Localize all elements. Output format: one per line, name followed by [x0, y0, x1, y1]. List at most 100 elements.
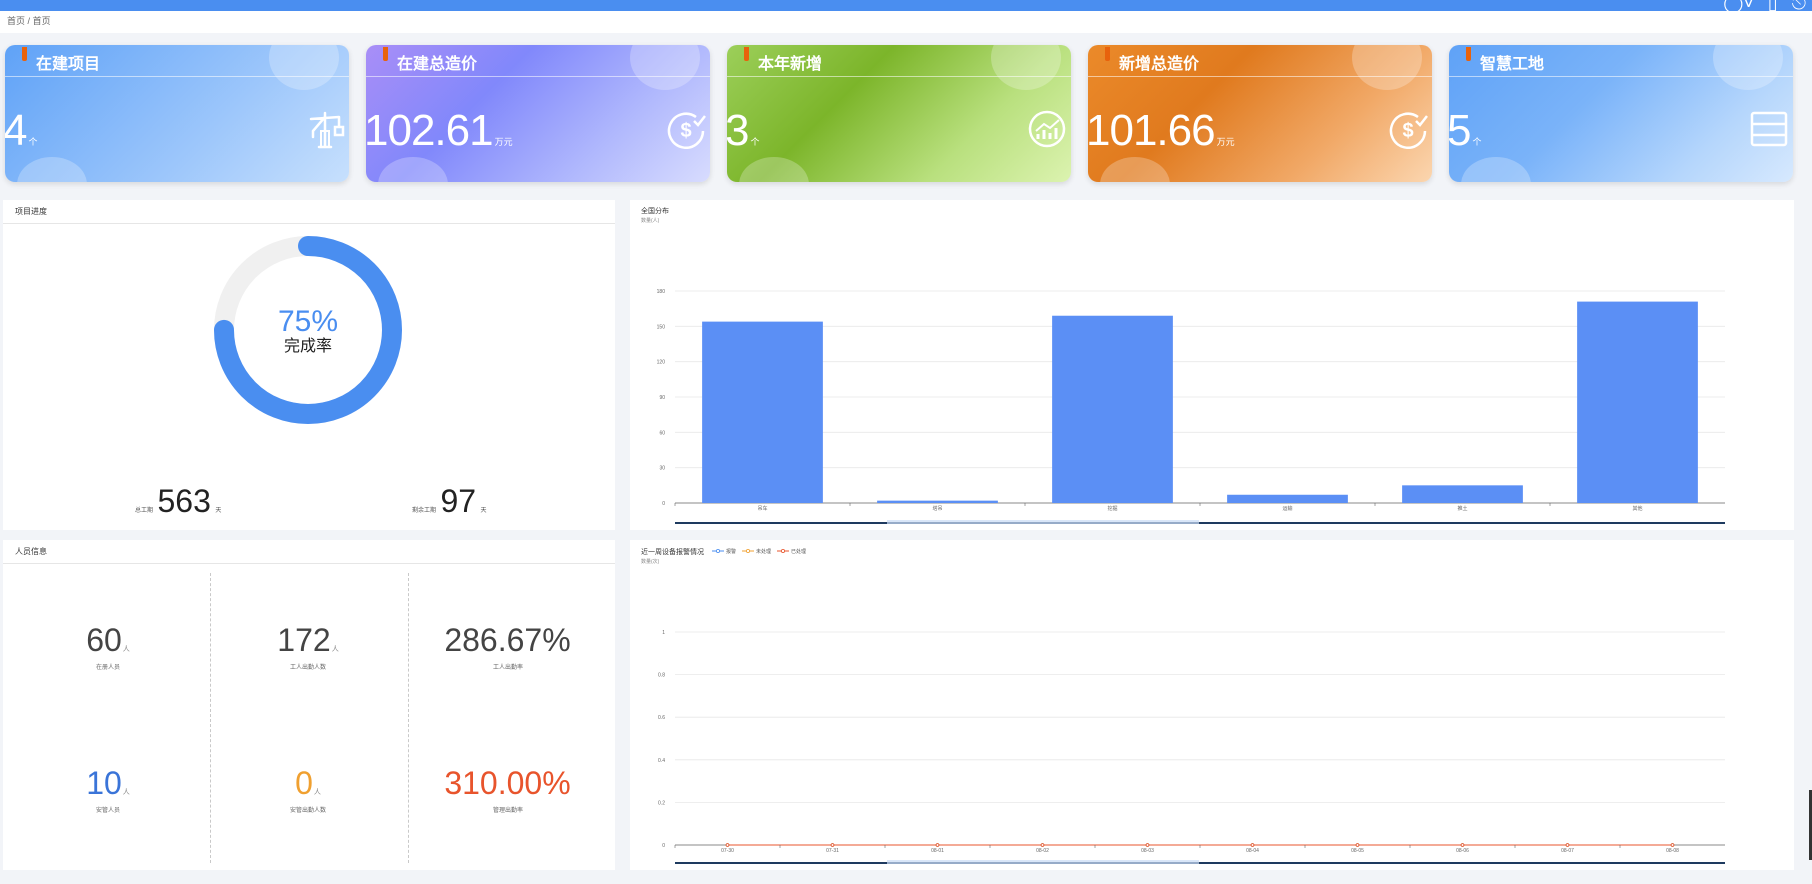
y-tick-label: 90: [659, 395, 665, 401]
stat-value: 286.67%: [444, 622, 571, 658]
x-tick-label: 塔吊: [932, 505, 942, 512]
x-tick-label: 08-03: [1141, 848, 1154, 854]
legend-marker: [716, 548, 721, 553]
card-smart-site[interactable]: 智慧工地 5个: [1449, 45, 1793, 182]
alarm-panel: 近一周设备报警情况 数量(次) 报警 未处理 已处理 0 0.2 0.4 0.6 0.8 1 …: [630, 540, 1794, 870]
legend-marker: [780, 548, 785, 553]
total-duration-label: 总工期: [135, 508, 154, 514]
data-point[interactable]: [725, 843, 730, 847]
chart-subtitle: 数量(人): [641, 217, 660, 224]
data-point[interactable]: [1355, 843, 1360, 847]
bar[interactable]: [1402, 485, 1523, 503]
card-value: 101.66 万元: [1088, 106, 1235, 155]
svg-text:$: $: [1402, 120, 1413, 142]
bar[interactable]: [1577, 301, 1698, 503]
panel-title: 人员信息: [15, 547, 47, 556]
distribution-panel: 全国分布 数量(人) 0 30 60 90 120 150 180 吊车 塔吊 挖掘 运输 推土 其他: [630, 200, 1794, 530]
x-tick-label: 08-04: [1246, 848, 1259, 854]
y-tick-label: 180: [657, 289, 666, 295]
divider: [408, 573, 409, 863]
card-unit: 万元: [1216, 137, 1235, 147]
chart-title: 全国分布: [641, 206, 669, 215]
data-point[interactable]: [1670, 843, 1675, 847]
total-duration-value: 563: [157, 483, 211, 519]
y-tick-label: 120: [657, 360, 666, 366]
card-projects[interactable]: 在建项目 4个: [5, 45, 349, 182]
card-flag: [1105, 47, 1110, 61]
breadcrumb-current: 首页: [32, 16, 51, 26]
y-tick-label: 0: [662, 843, 665, 849]
svg-text:$: $: [680, 120, 691, 142]
zoom-slider[interactable]: [675, 522, 1725, 524]
y-tick-label: 0.6: [658, 715, 665, 721]
stat-value: 310.00%: [444, 765, 571, 801]
breadcrumb-home[interactable]: 首页: [7, 16, 25, 26]
bar[interactable]: [1052, 315, 1173, 503]
x-tick-label: 其他: [1632, 505, 1642, 512]
stat-management-rate: 310.00% 管理出勤率: [428, 765, 588, 814]
card-flag: [383, 47, 388, 61]
card-value: 4个: [5, 106, 38, 155]
stat-unit: 人: [122, 646, 130, 653]
card-value: 3个: [727, 106, 760, 155]
x-tick-label: 08-01: [931, 848, 944, 854]
card-new-this-year[interactable]: 本年新增 3个: [727, 45, 1071, 182]
card-title: 在建总造价: [397, 56, 478, 73]
chart-title: 近一周设备报警情况: [641, 547, 704, 556]
stat-registered: 60人 在册人员: [28, 622, 188, 671]
x-tick-label: 吊车: [757, 505, 767, 512]
legend-label[interactable]: 报警: [726, 548, 736, 555]
progress-label: 完成率: [284, 337, 332, 355]
data-point[interactable]: [1565, 843, 1570, 847]
stat-value: 60: [86, 622, 122, 658]
data-point[interactable]: [1460, 843, 1465, 847]
data-point[interactable]: [1250, 843, 1255, 847]
bar-chart: 全国分布 数量(人) 0 30 60 90 120 150 180 吊车 塔吊 挖掘 运输 推土 其他: [641, 206, 1725, 524]
data-point[interactable]: [830, 843, 835, 847]
line-chart: 近一周设备报警情况 数量(次) 报警 未处理 已处理 00.20.40.60.81 …: [641, 547, 1725, 864]
bar[interactable]: [702, 321, 823, 503]
x-tick-label: 08-07: [1561, 848, 1574, 854]
server-icon: [1750, 111, 1788, 147]
x-tick-label: 07-30: [721, 848, 734, 854]
stat-safety-staff: 10人 安管人员: [28, 765, 188, 814]
data-point[interactable]: [1145, 843, 1150, 847]
card-new-total-cost[interactable]: 新增总造价 101.66 万元 $: [1088, 45, 1432, 182]
bar[interactable]: [1227, 494, 1348, 503]
zoom-slider[interactable]: [675, 862, 1725, 864]
card-title: 本年新增: [758, 56, 823, 73]
breadcrumb: 首页 / 首页: [7, 15, 51, 31]
stat-value: 10: [86, 765, 122, 801]
card-title: 智慧工地: [1480, 56, 1545, 73]
stat-label: 管理出勤率: [492, 808, 523, 814]
dollar-check-icon: $: [1389, 112, 1428, 149]
card-total-cost[interactable]: 在建总造价 102.61 万元 $: [366, 45, 710, 182]
data-point[interactable]: [935, 843, 940, 847]
total-duration-unit: 天: [215, 508, 222, 514]
progress-panel: 项目进度 75% 完成率 总工期 563 天 剩余工期 97 天: [3, 200, 615, 530]
zoom-slider-handle[interactable]: [887, 860, 1199, 864]
y-tick-label: 0.2: [658, 800, 665, 806]
y-tick-label: 0.4: [658, 758, 665, 764]
y-tick-label: 0.8: [658, 673, 665, 679]
stat-value: 0: [295, 765, 313, 801]
progress-percent: 75%: [278, 305, 338, 338]
stat-unit: 人: [122, 789, 130, 796]
x-tick-label: 08-02: [1036, 848, 1049, 854]
panel-title: 项目进度: [15, 207, 47, 216]
breadcrumb-bar: [0, 11, 1812, 33]
x-tick-label: 挖掘: [1107, 505, 1117, 512]
growth-chart-icon: [1028, 110, 1066, 148]
zoom-slider-handle[interactable]: [887, 520, 1199, 524]
stat-label: 工人出勤人数: [289, 665, 326, 671]
bar[interactable]: [877, 500, 998, 503]
card-title: 新增总造价: [1119, 56, 1200, 73]
y-tick-label: 150: [657, 324, 666, 330]
x-tick-label: 运输: [1282, 505, 1292, 512]
progress-donut: 75% 完成率: [214, 236, 402, 424]
legend-label[interactable]: 已处理: [791, 548, 806, 555]
y-tick-label: 60: [659, 430, 665, 436]
data-point[interactable]: [1040, 843, 1045, 847]
y-tick-label: 1: [662, 630, 665, 636]
legend-label[interactable]: 未处理: [756, 548, 771, 555]
